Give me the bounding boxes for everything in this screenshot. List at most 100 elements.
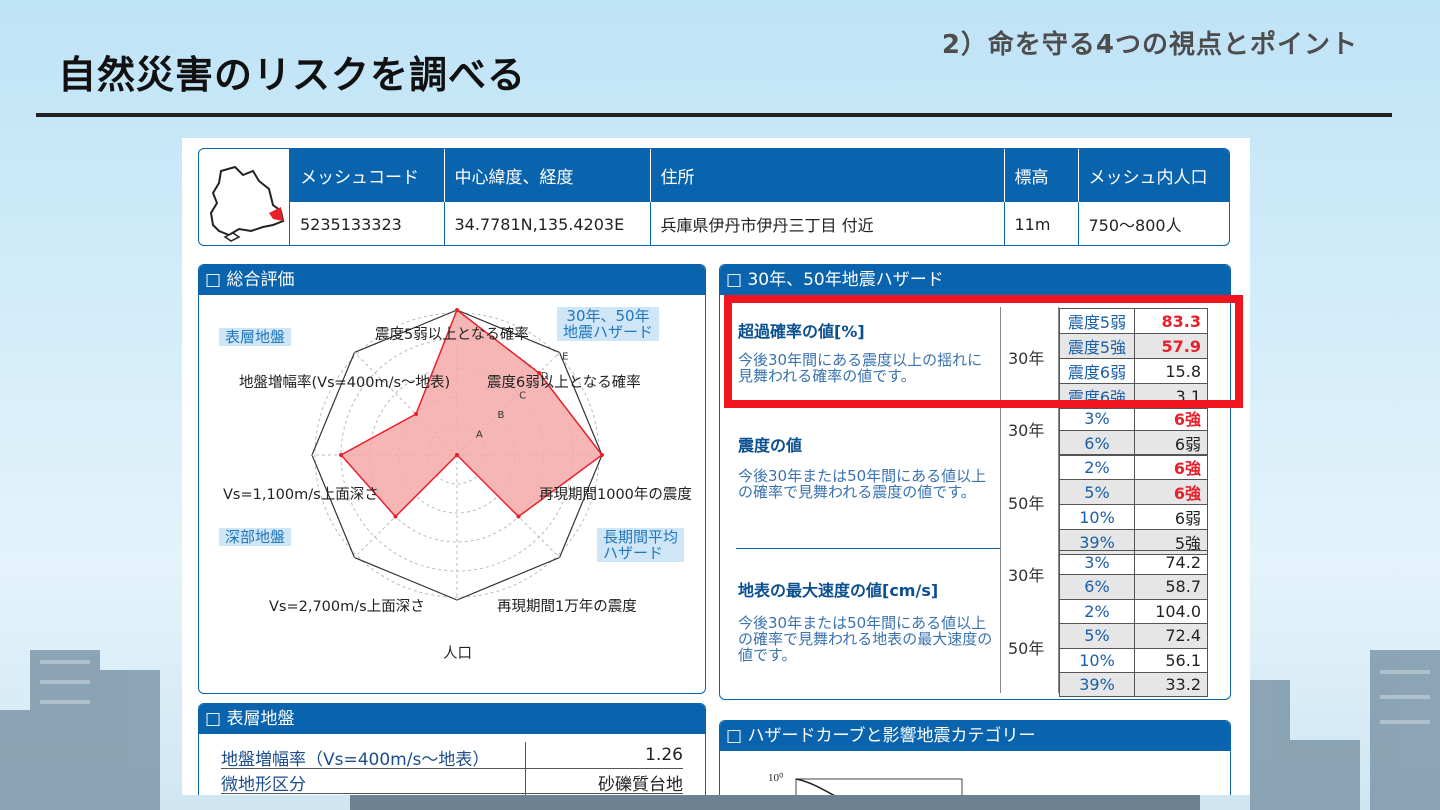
axis-label-amplification: 地盤増幅率(Vs=400m/s～地表) [239,375,451,391]
surface-ground-title: □ 表層地盤 [199,704,705,734]
row-value: 6強 [1134,479,1208,505]
quake-hazard-title: □ 30年、50年地震ハザード [720,265,1230,295]
row-key: 10% [1059,647,1135,673]
velocity-desc: 今後30年または50年間にある値以上の確率で見舞われる地表の最大速度の値です。 [738,614,993,664]
row-key: 3% [1059,549,1135,576]
mesh-info-panel: メッシュコード 中心緯度、経度 住所 標高 メッシュ内人口 5235133323… [198,148,1230,246]
axis-label-1000yr: 再現期間1000年の震度 [539,487,692,503]
prefecture-map-icon [199,149,290,245]
hazard-report-screenshot: メッシュコード 中心緯度、経度 住所 標高 メッシュ内人口 5235133323… [182,138,1250,795]
velocity-year50: 50年 [1008,639,1045,658]
population-value: 750～800人 [1077,201,1229,245]
row-value: 56.1 [1134,647,1208,673]
header-address: 住所 [649,149,1004,202]
velocity-table-50: 2% 104.0 5% 72.4 10% 56.1 39% 33.2 [1059,598,1208,698]
overall-evaluation-panel: □ 総合評価 ABCDE 表層地盤 30年、50年 地震ハザード 深部地盤 長期… [198,264,706,694]
mesh-code-value: 5235133323 [290,201,444,245]
row-value: 33.2 [1134,671,1208,698]
header-lat-lon: 中心緯度、経度 [443,149,650,202]
table-row: 10% 56.1 [1059,647,1208,673]
radar-level-label: B [498,410,505,421]
radar-point [413,411,418,416]
row-value: 6強 [1134,405,1208,431]
table-row: 2% 104.0 [1059,598,1208,625]
axis-label-population: 人口 [443,646,472,662]
axis-label-vs1100: Vs=1,100m/s上面深さ [223,487,379,503]
row-key: 2% [1059,454,1135,480]
tag-surface-ground: 表層地盤 [219,328,292,346]
row-key: 39% [1059,671,1135,698]
surface-key: 微地形区分 [221,775,306,795]
row-value: 74.2 [1134,549,1208,576]
row-key: 10% [1059,504,1135,530]
row-value: 6強 [1134,454,1208,480]
row-key: 6% [1059,430,1135,456]
tag-long-term-hazard: 長期間平均 ハザード [597,528,685,562]
axis-label-10000yr: 再現期間1万年の震度 [497,599,637,615]
radar-level-label: A [476,430,483,441]
surface-row-amplification: 地盤増幅率（Vs=400m/s～地表） 1.26 [221,745,683,770]
row-value: 104.0 [1134,598,1208,625]
surface-row-landform: 微地形区分 砂礫質台地 [221,770,683,795]
table-row: 5% 6強 [1059,479,1208,505]
row-key: 5% [1059,479,1135,505]
radar-point [393,514,398,519]
row-key: 3% [1059,405,1135,431]
radar-point [600,453,604,457]
radar-level-label: E [562,352,568,363]
surface-value: 1.26 [645,745,683,765]
radar-level-label: C [519,391,526,402]
surface-divider [221,768,683,769]
row-key: 2% [1059,598,1135,625]
surface-divider [221,793,683,794]
tag-quake-hazard-line2: 地震ハザード [563,323,654,341]
row-value: 72.4 [1134,623,1208,649]
tag-long-term-line1: 長期間平均 [603,528,679,546]
intensity-year50: 50年 [1008,494,1045,513]
section-divider [736,548,1000,549]
overall-title: □ 総合評価 [199,265,705,295]
table-row: 2% 6強 [1059,454,1208,480]
axis-label-6lower: 震度6弱以上となる確率 [487,375,641,391]
intensity-label: 震度の値 [738,436,803,455]
table-row: 5% 72.4 [1059,623,1208,649]
velocity-label: 地表の最大速度の値[cm/s] [738,581,939,600]
row-value: 58.7 [1134,574,1208,600]
header-population: メッシュ内人口 [1077,149,1229,202]
hazard-curve-title: □ ハザードカーブと影響地震カテゴリー [720,721,1230,751]
table-row: 6% 58.7 [1059,574,1208,600]
row-key: 6% [1059,574,1135,600]
tag-deep-ground: 深部地盤 [219,528,292,546]
surface-ground-panel: □ 表層地盤 地盤増幅率（Vs=400m/s～地表） 1.26 微地形区分 砂礫… [198,703,706,795]
intensity-table-30: 3% 6強 6% 6弱 [1059,405,1208,456]
radar-point [455,453,459,457]
surface-key: 地盤増幅率（Vs=400m/s～地表） [221,750,490,770]
table-row: 6% 6弱 [1059,430,1208,456]
hazard-curve-chart [795,778,963,795]
header-elevation: 標高 [1003,149,1078,202]
lat-lon-value: 34.7781N,135.4203E [443,201,650,245]
axis-label-5lower: 震度5弱以上となる確率 [375,327,529,343]
tag-long-term-line2: ハザード [603,544,664,562]
elevation-value: 11m [1003,201,1078,245]
velocity-year30: 30年 [1008,566,1045,585]
intensity-desc: 今後30年または50年間にある値以上の確率で見舞われる震度の値です。 [738,467,987,501]
table-row: 10% 6弱 [1059,504,1208,530]
table-row: 3% 6強 [1059,405,1208,431]
hazard-curve-panel: □ ハザードカーブと影響地震カテゴリー 10⁰ [719,720,1231,795]
surface-value: 砂礫質台地 [598,775,683,795]
address-value: 兵庫県伊丹市伊丹三丁目 付近 [649,201,1004,245]
radar-point [516,514,521,519]
slide-subtitle: 2）命を守る4つの視点とポイント [941,30,1358,60]
table-row: 3% 74.2 [1059,549,1208,576]
row-key: 5% [1059,623,1135,649]
row-value: 6弱 [1134,504,1208,530]
highlight-box [724,295,1243,408]
header-mesh-code: メッシュコード [290,149,444,202]
title-rule [36,113,1392,117]
intensity-table-50: 2% 6強 5% 6強 10% 6弱 39% 5強 [1059,454,1208,555]
radar-point [455,308,459,312]
mesh-info-table: メッシュコード 中心緯度、経度 住所 標高 メッシュ内人口 5235133323… [290,149,1229,245]
intensity-year30: 30年 [1008,421,1045,440]
slide-title: 自然災害のリスクを調べる [58,53,527,97]
